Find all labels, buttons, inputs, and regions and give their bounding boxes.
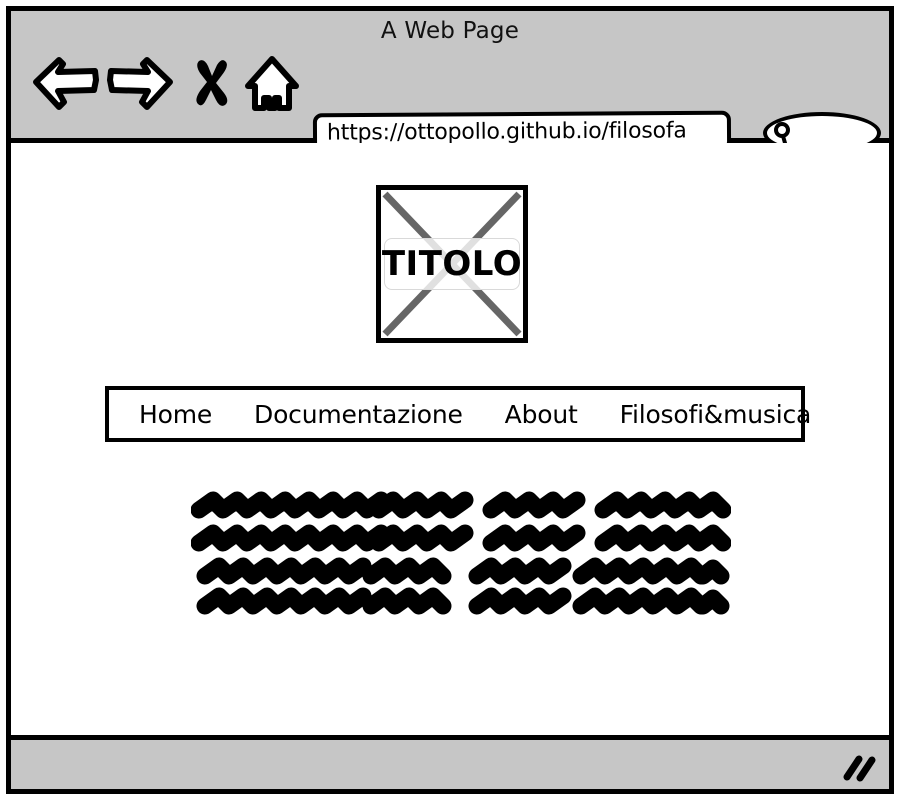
nav-item-about[interactable]: About: [505, 400, 578, 429]
nav-item-home[interactable]: Home: [139, 400, 212, 429]
nav-item-documentazione[interactable]: Documentazione: [254, 400, 463, 429]
browser-window: A Web Page https://ottopollo.github.io/f…: [6, 6, 894, 794]
browser-chrome: A Web Page https://ottopollo.github.io/f…: [11, 11, 889, 154]
page-content: TITOLO Home Documentazione About Filosof…: [11, 143, 889, 730]
close-x-icon: [196, 60, 228, 106]
site-nav-bar: Home Documentazione About Filosofi&music…: [105, 386, 811, 442]
home-icon: [245, 56, 299, 111]
nav-item-filosofi-musica[interactable]: Filosofi&musica: [620, 400, 812, 429]
body-text-placeholder: [191, 488, 731, 618]
status-bar: [11, 735, 889, 789]
browser-toolbar: https://ottopollo.github.io/filosofa: [11, 55, 889, 154]
url-input[interactable]: https://ottopollo.github.io/filosofa: [327, 118, 687, 145]
back-button[interactable]: [33, 55, 99, 111]
window-title: A Web Page: [380, 18, 520, 44]
stop-button[interactable]: [191, 55, 233, 109]
logo-label-text: TITOLO: [381, 244, 523, 284]
logo-label-box: TITOLO: [381, 238, 523, 290]
logo-image-placeholder[interactable]: TITOLO: [376, 185, 528, 343]
resize-grip-icon[interactable]: [841, 751, 877, 783]
search-icon: [774, 122, 790, 145]
back-arrow-icon: [33, 57, 99, 110]
scribble-placeholder-icon: [191, 491, 731, 615]
home-button[interactable]: [243, 55, 301, 113]
forward-button[interactable]: [107, 55, 173, 111]
forward-arrow-icon: [107, 57, 173, 110]
